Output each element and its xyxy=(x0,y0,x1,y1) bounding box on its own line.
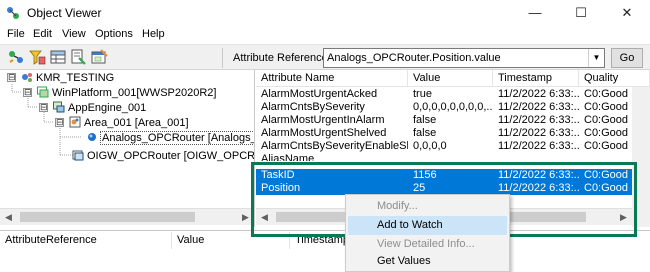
column-header-watch-value[interactable]: Value xyxy=(172,232,290,249)
tree-node-galaxy[interactable]: KMR_TESTING xyxy=(21,71,114,85)
scroll-left-icon[interactable]: ◀ xyxy=(0,209,17,225)
attribute-timestamp-cell: 11/2/2022 6:33:... xyxy=(498,127,579,139)
tree-expander[interactable]: ⊟ xyxy=(39,103,48,112)
table-row[interactable]: AlarmCntsBySeverity 0,0,0,0,0,0,0,0,... … xyxy=(256,101,632,114)
attribute-value-cell: false xyxy=(413,127,437,139)
title-bar: Object Viewer — ☐ ✕ xyxy=(0,0,650,26)
tree-node-platform[interactable]: WinPlatform_001[WWSP2020R2] xyxy=(37,86,216,100)
tree-expander[interactable]: ⊟ xyxy=(23,88,32,97)
watch-list: AttributeReference Value Timestamp xyxy=(0,230,650,272)
tree-node-label: KMR_TESTING xyxy=(36,72,115,84)
tree-node-appengine[interactable]: AppEngine_001 xyxy=(53,101,146,115)
attribute-name-cell: AliasName xyxy=(261,153,315,161)
column-header-attribute-name[interactable]: Attribute Name xyxy=(256,70,408,87)
table-row[interactable]: AlarmMostUrgentAcked true 11/2/2022 6:33… xyxy=(256,88,632,101)
object-instance-icon xyxy=(72,150,84,161)
column-header-timestamp[interactable]: Timestamp xyxy=(493,70,579,87)
toolbar-separator xyxy=(222,48,223,68)
table-row[interactable]: AlarmMostUrgentInAlarm false 11/2/2022 6… xyxy=(256,114,632,127)
attribute-quality-cell: C0:Good xyxy=(584,182,629,194)
menu-item-modify[interactable]: Modify... xyxy=(348,197,507,216)
context-menu: Modify... Add to Watch View Detailed Inf… xyxy=(345,194,510,272)
window-title: Object Viewer xyxy=(27,6,102,20)
grid-view-icon[interactable] xyxy=(50,49,67,66)
tree-expander[interactable]: ⊟ xyxy=(7,73,16,82)
attribute-quality-cell: C0:Good xyxy=(584,169,629,181)
column-header-attribute-reference[interactable]: AttributeReference xyxy=(0,232,172,249)
attribute-timestamp-cell: 11/2/2022 6:33:... xyxy=(498,88,579,100)
scrollbar-thumb[interactable] xyxy=(20,212,195,222)
attribute-quality-cell: C0:Good xyxy=(584,114,629,126)
table-row[interactable]: AlarmMostUrgentShelved false 11/2/2022 6… xyxy=(256,127,632,140)
toolbar: Attribute Reference: Analogs_OPCRouter.P… xyxy=(0,44,650,70)
attribute-value-cell: 1156 xyxy=(413,169,437,181)
tree-horizontal-scrollbar[interactable]: ◀ ▶ xyxy=(0,208,254,225)
object-instance-icon xyxy=(88,133,96,141)
menu-view[interactable]: View xyxy=(62,28,86,40)
menu-file[interactable]: File xyxy=(7,28,25,40)
attribute-value-cell: 0,0,0,0,0,0,0,0,... xyxy=(413,101,493,113)
scroll-right-icon[interactable]: ▶ xyxy=(237,209,254,225)
attribute-timestamp-cell: 11/2/2022 6:33:... xyxy=(498,169,579,181)
table-row[interactable]: AlarmCntsBySeverityEnableShe... 0,0,0,0 … xyxy=(256,140,632,153)
list-vertical-scrollbar[interactable] xyxy=(632,87,650,227)
attribute-name-cell: AlarmCntsBySeverity xyxy=(261,101,365,113)
area-icon xyxy=(69,116,81,128)
attribute-name-cell: AlarmMostUrgentShelved xyxy=(261,127,387,139)
attribute-value-cell: 0,0,0,0 xyxy=(413,140,447,152)
tree-node-label: AppEngine_001 xyxy=(68,102,147,114)
attribute-quality-cell: C0:Good xyxy=(584,101,629,113)
attribute-timestamp-cell: 11/2/2022 6:33:... xyxy=(498,101,579,113)
filter-icon[interactable] xyxy=(29,49,46,66)
column-header-quality[interactable]: Quality xyxy=(579,70,650,87)
engine-icon xyxy=(53,101,65,113)
table-row[interactable]: AliasName xyxy=(256,153,632,161)
attribute-quality-cell: C0:Good xyxy=(584,127,629,139)
tree-node-label: OIGW_OPCRouter [OIGW_OPCRouter] xyxy=(87,150,255,162)
scroll-right-icon[interactable]: ▶ xyxy=(615,209,632,225)
object-viewer-app-icon xyxy=(7,7,19,19)
menu-help[interactable]: Help xyxy=(142,28,165,40)
attribute-reference-value[interactable]: Analogs_OPCRouter.Position.value xyxy=(327,52,501,64)
minimize-button[interactable]: — xyxy=(512,0,558,26)
tree-expander[interactable]: ⊟ xyxy=(55,118,64,127)
close-button[interactable]: ✕ xyxy=(604,0,650,26)
attribute-name-cell: AlarmMostUrgentAcked xyxy=(261,88,378,100)
menu-bar: File Edit View Options Help xyxy=(0,26,650,44)
menu-options[interactable]: Options xyxy=(95,28,133,40)
maximize-button[interactable]: ☐ xyxy=(558,0,604,26)
go-button[interactable]: Go xyxy=(611,48,643,68)
attribute-quality-cell: C0:Good xyxy=(584,140,629,152)
tree-node-analogs-opcrouter[interactable]: Analogs_OPCRouter [Analogs_OPCRouter] xyxy=(86,131,254,145)
attribute-value-cell: true xyxy=(413,88,432,100)
menu-item-get-values[interactable]: Get Values xyxy=(348,252,507,271)
attribute-name-cell: AlarmCntsBySeverityEnableShe... xyxy=(261,140,408,152)
tree-node-label: Area_001 [Area_001] xyxy=(84,117,189,129)
scroll-left-icon[interactable]: ◀ xyxy=(256,209,273,225)
tree-node-label: WinPlatform_001[WWSP2020R2] xyxy=(52,87,217,99)
attribute-name-cell: AlarmMostUrgentInAlarm xyxy=(261,114,385,126)
attribute-quality-cell: C0:Good xyxy=(584,88,629,100)
attribute-list-header: Attribute Name Value Timestamp Quality xyxy=(256,70,650,87)
platform-icon xyxy=(37,86,49,98)
tree-node-area[interactable]: Area_001 [Area_001] xyxy=(69,116,189,130)
properties-icon[interactable] xyxy=(70,49,87,66)
menu-edit[interactable]: Edit xyxy=(33,28,52,40)
column-header-value[interactable]: Value xyxy=(408,70,493,87)
menu-item-add-to-watch[interactable]: Add to Watch xyxy=(348,216,507,235)
object-tree: ⊟ KMR_TESTING ⊟ WinPlatform_001[WWSP2020… xyxy=(0,70,255,227)
attribute-reference-label: Attribute Reference: xyxy=(233,52,331,64)
attribute-value-cell: false xyxy=(413,114,437,126)
attribute-timestamp-cell: 11/2/2022 6:33:... xyxy=(498,140,579,152)
tree-node-label: Analogs_OPCRouter [Analogs_OPCRouter] xyxy=(100,131,254,145)
connect-icon[interactable] xyxy=(8,49,25,66)
attribute-reference-combobox[interactable]: Analogs_OPCRouter.Position.value ▼ xyxy=(323,48,605,68)
attribute-timestamp-cell: 11/2/2022 6:33:... xyxy=(498,114,579,126)
attribute-name-cell: TaskID xyxy=(261,169,295,181)
tree-node-oigw-opcrouter[interactable]: OIGW_OPCRouter [OIGW_OPCRouter] xyxy=(72,149,255,163)
galaxy-icon xyxy=(22,73,32,82)
dropdown-arrow-icon[interactable]: ▼ xyxy=(588,49,604,67)
watch-window-icon[interactable] xyxy=(91,49,108,66)
table-row-selected[interactable]: TaskID 1156 11/2/2022 6:33:... C0:Good xyxy=(256,169,632,182)
